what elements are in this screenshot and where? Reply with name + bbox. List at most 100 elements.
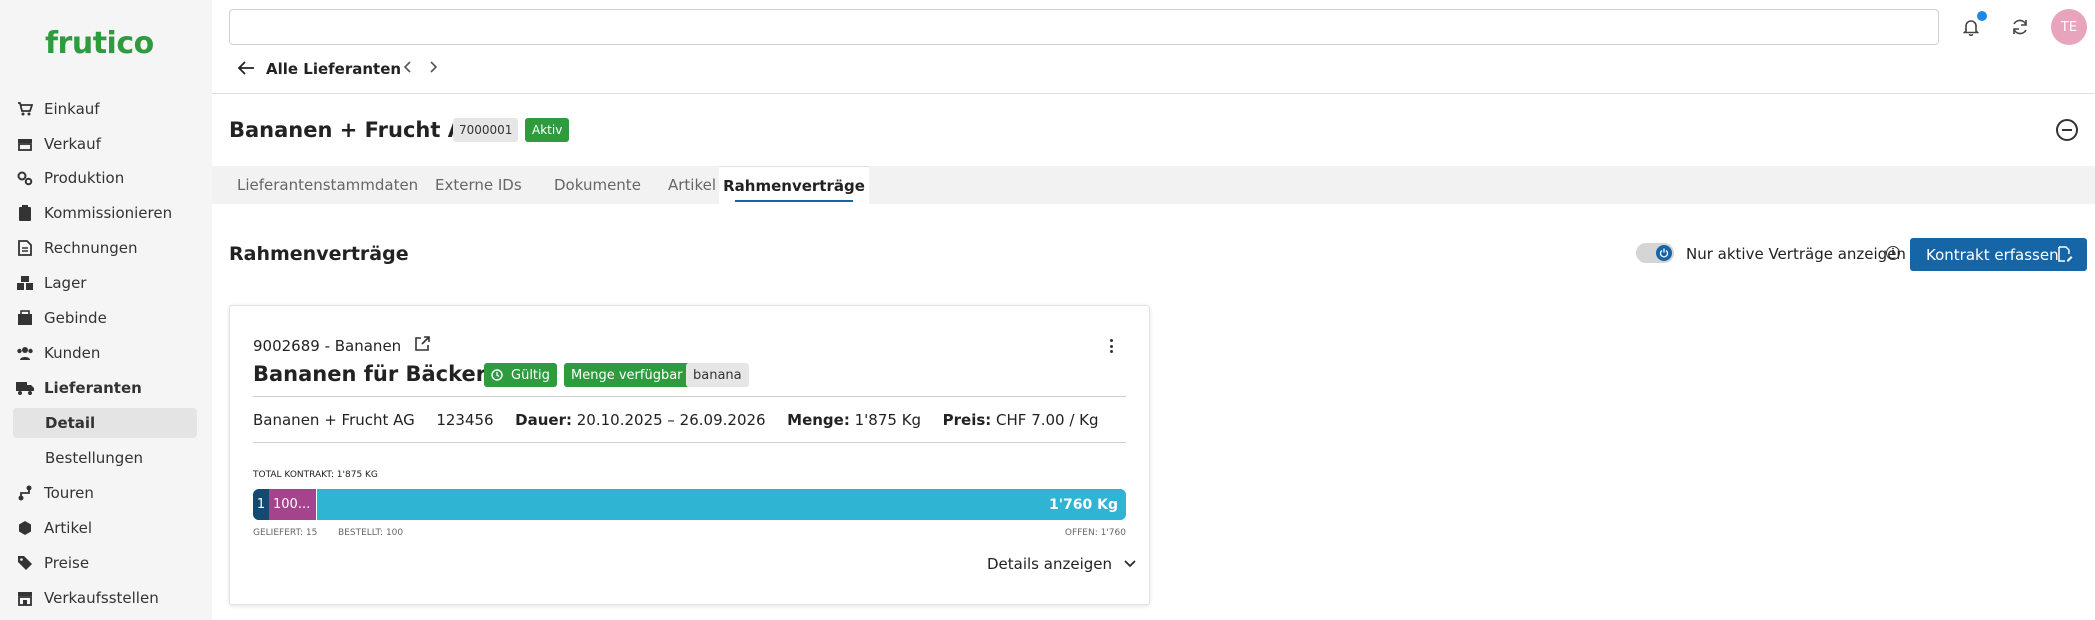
sidebar-item-label: Lager <box>44 274 87 292</box>
sidebar-item-einkauf[interactable]: Einkauf <box>16 94 196 124</box>
sidebar-item-label: Kommissionieren <box>44 204 173 222</box>
search-input[interactable] <box>229 9 1939 45</box>
duration-label: Dauer: <box>515 411 572 429</box>
prev-icon[interactable] <box>403 58 411 77</box>
active-contracts-toggle[interactable] <box>1636 243 1674 263</box>
cart-icon <box>16 100 34 118</box>
clipboard-icon <box>16 204 34 222</box>
storefront-icon <box>16 135 34 153</box>
shop-icon <box>16 589 34 607</box>
divider <box>253 396 1126 397</box>
tab-dokumente[interactable]: Dokumente <box>546 166 649 204</box>
avatar[interactable]: TE <box>2051 9 2087 45</box>
boxes-icon <box>16 274 34 292</box>
ordered-label: BESTELLT: 100 <box>338 528 404 538</box>
tab-rahmenvertraege[interactable]: Rahmenverträge <box>719 166 869 204</box>
delivered-label: GELIEFERT: 15 <box>253 528 318 538</box>
quantity-label: Menge: <box>787 411 850 429</box>
price-label: Preis: <box>942 411 992 429</box>
status-badge: Aktiv <box>525 118 570 142</box>
contract-supplier-ref: 123456 <box>436 411 494 429</box>
details-toggle[interactable]: Details anzeigen <box>987 555 1136 573</box>
tab-label: Rahmenverträge <box>723 176 865 195</box>
sidebar-item-label: Artikel <box>44 519 93 537</box>
sidebar-item-label: Kunden <box>44 344 101 362</box>
sidebar-item-kunden[interactable]: Kunden <box>16 338 196 368</box>
contract-reference-text: 9002689 - Bananen <box>253 336 402 355</box>
tab-artikel[interactable]: Artikel <box>660 166 724 204</box>
tag-badge: banana <box>686 363 749 387</box>
supplier-name: Bananen + Frucht AG <box>229 118 482 142</box>
arrow-left-icon <box>237 59 254 80</box>
total-contract-label: TOTAL KONTRAKT: 1'875 KG <box>253 470 378 480</box>
create-contract-label: Kontrakt erfassen <box>1926 245 2059 264</box>
price-value: CHF 7.00 / Kg <box>996 411 1099 429</box>
external-link-icon[interactable] <box>415 336 430 355</box>
contract-reference: 9002689 - Bananen <box>253 336 430 355</box>
gears-icon <box>16 169 34 187</box>
minus-circle-icon[interactable] <box>2056 119 2078 141</box>
ordered-segment: 100... <box>269 489 317 520</box>
sidebar-item-label: Lieferanten <box>44 379 142 397</box>
invoice-icon <box>16 239 34 257</box>
crate-icon <box>16 309 34 327</box>
back-link-label: Alle Lieferanten <box>266 60 402 78</box>
sidebar-item-produktion[interactable]: Produktion <box>16 163 196 193</box>
document-edit-icon <box>2057 246 2073 266</box>
power-icon <box>1656 245 1672 261</box>
contract-info-row: Bananen + Frucht AG 123456 Dauer: 20.10.… <box>253 411 1099 429</box>
sidebar-subitem-detail[interactable]: Detail <box>13 408 197 438</box>
next-icon[interactable] <box>430 58 438 77</box>
more-options-icon[interactable] <box>1106 336 1116 356</box>
create-contract-button[interactable]: Kontrakt erfassen <box>1910 238 2087 271</box>
sidebar-item-artikel[interactable]: Artikel <box>16 513 196 543</box>
sidebar-item-label: Preise <box>44 554 90 572</box>
open-segment: 1'760 Kg <box>317 489 1126 520</box>
frutico-logo[interactable]: frutico <box>45 26 154 61</box>
tab-lieferantenstammdaten[interactable]: Lieferantenstammdaten <box>229 166 426 204</box>
sidebar-item-label: Gebinde <box>44 309 107 327</box>
sidebar-subitem-bestellungen[interactable]: Bestellungen <box>13 443 197 473</box>
details-label: Details anzeigen <box>987 555 1112 573</box>
sidebar-item-gebinde[interactable]: Gebinde <box>16 303 196 333</box>
contract-title: Bananen für Bäckerei <box>253 362 508 386</box>
quantity-progress-bar: 1 100... 1'760 Kg <box>253 489 1126 520</box>
sidebar-item-kommissionieren[interactable]: Kommissionieren <box>16 198 196 228</box>
hexagon-icon <box>16 519 34 537</box>
contract-card: 9002689 - Bananen Bananen für Bäckerei G… <box>229 305 1150 605</box>
quantity-available-badge: Menge verfügbar <box>564 363 690 387</box>
sidebar-item-touren[interactable]: Touren <box>16 478 196 508</box>
tab-underline <box>735 200 853 202</box>
back-link[interactable]: Alle Lieferanten <box>237 58 402 80</box>
supplier-number-badge: 7000001 <box>453 118 519 142</box>
sidebar-item-verkauf[interactable]: Verkauf <box>16 129 196 159</box>
refresh-icon[interactable] <box>2008 15 2032 39</box>
notification-dot <box>1977 11 1987 21</box>
sidebar-item-lager[interactable]: Lager <box>16 268 196 298</box>
open-label: OFFEN: 1'760 <box>1064 528 1126 538</box>
info-icon[interactable]: i <box>1886 246 1900 260</box>
quantity-value: 1'875 Kg <box>854 411 922 429</box>
sidebar-item-label: Produktion <box>44 169 125 187</box>
sidebar-item-verkaufsstellen[interactable]: Verkaufsstellen <box>16 583 196 613</box>
sidebar-item-lieferanten[interactable]: Lieferanten <box>16 373 196 403</box>
clock-icon <box>491 369 503 381</box>
section-title: Rahmenverträge <box>229 243 409 265</box>
header-divider <box>212 93 2095 94</box>
chevron-down-icon <box>1124 557 1136 572</box>
duration-value: 20.10.2025 – 26.09.2026 <box>576 411 766 429</box>
sidebar-item-preise[interactable]: Preise <box>16 548 196 578</box>
valid-badge-label: Gültig <box>511 367 550 383</box>
sidebar-item-label: Touren <box>44 484 94 502</box>
sidebar-item-label: Verkauf <box>44 135 101 153</box>
toggle-label: Nur aktive Verträge anzeigen <box>1686 245 1906 263</box>
sidebar-item-rechnungen[interactable]: Rechnungen <box>16 233 196 263</box>
sidebar: frutico Einkauf Verkauf Produktion Kommi… <box>0 0 212 620</box>
tab-externe-ids[interactable]: Externe IDs <box>427 166 530 204</box>
divider <box>253 442 1126 443</box>
tags-icon <box>16 554 34 572</box>
truck-icon <box>16 379 34 397</box>
route-icon <box>16 484 34 502</box>
valid-badge: Gültig <box>484 363 557 387</box>
delivered-segment: 1 <box>253 489 269 520</box>
